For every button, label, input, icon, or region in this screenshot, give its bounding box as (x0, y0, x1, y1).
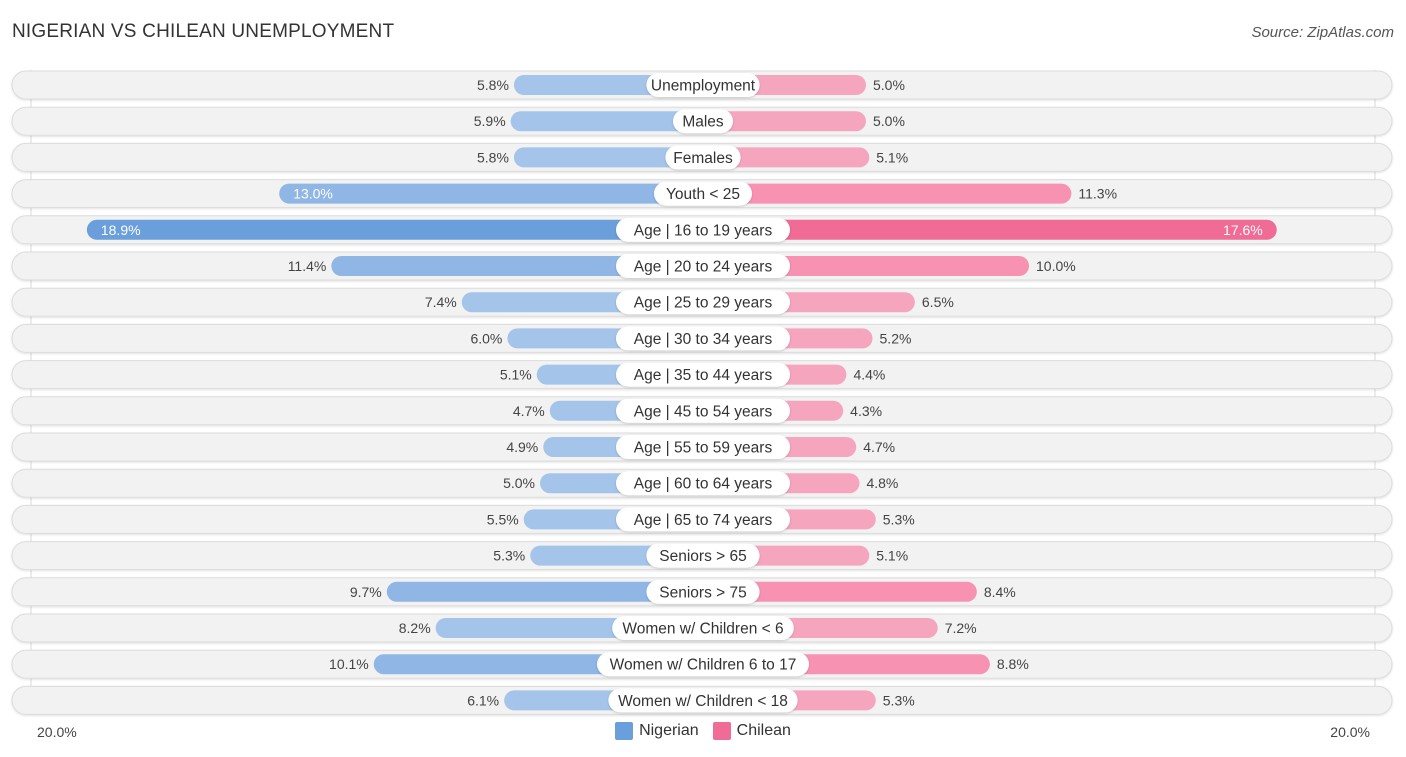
value-label-chilean: 7.2% (945, 620, 977, 636)
chart-row: 18.9% 17.6% Age | 16 to 19 years (11, 215, 1393, 245)
value-label-nigerian: 5.9% (474, 113, 506, 129)
category-label: Age | 65 to 74 years (634, 512, 773, 529)
value-label-chilean: 5.3% (883, 511, 915, 527)
value-label-nigerian: 5.8% (477, 149, 509, 165)
category-label: Age | 20 to 24 years (634, 259, 773, 276)
value-label-nigerian: 4.9% (506, 439, 538, 455)
value-label-nigerian: 6.0% (470, 330, 502, 346)
category-label: Age | 45 to 54 years (634, 403, 773, 420)
chart-row: 13.0% 11.3% Youth < 25 (11, 179, 1393, 209)
chart-row: 5.9% 5.0% Males (11, 106, 1393, 136)
value-label-chilean: 4.7% (863, 439, 895, 455)
value-label-nigerian: 7.4% (425, 294, 457, 310)
chart-row: 5.8% 5.1% Females (11, 142, 1393, 172)
category-label: Women w/ Children < 18 (618, 693, 788, 710)
bar-nigerian (86, 219, 704, 240)
legend-swatch-chilean (712, 722, 731, 740)
chart-row: 5.3% 5.1% Seniors > 65 (11, 541, 1393, 571)
category-label: Age | 30 to 34 years (634, 331, 773, 348)
chart-row: 5.0% 4.8% Age | 60 to 64 years (11, 468, 1393, 498)
value-label-nigerian: 5.8% (477, 77, 509, 93)
legend: Nigerian Chilean (0, 722, 1406, 740)
value-label-chilean: 4.8% (866, 475, 898, 491)
value-label-nigerian: 5.1% (500, 367, 532, 383)
chart-row: 8.2% 7.2% Women w/ Children < 6 (11, 613, 1393, 643)
category-label: Seniors > 65 (659, 548, 746, 565)
chart-row: 9.7% 8.4% Seniors > 75 (11, 577, 1393, 607)
value-label-chilean: 6.5% (922, 294, 954, 310)
chart-row: 4.9% 4.7% Age | 55 to 59 years (11, 432, 1393, 462)
value-label-nigerian: 13.0% (293, 186, 333, 202)
chart-row: 4.7% 4.3% Age | 45 to 54 years (11, 396, 1393, 426)
value-label-nigerian: 18.9% (101, 222, 141, 238)
legend-label-nigerian: Nigerian (639, 722, 699, 739)
value-label-chilean: 4.4% (853, 367, 885, 383)
chart-row: 5.8% 5.0% Unemployment (11, 70, 1393, 100)
value-label-nigerian: 10.1% (329, 656, 369, 672)
chart-row: 5.5% 5.3% Age | 65 to 74 years (11, 504, 1393, 534)
value-label-nigerian: 4.7% (513, 403, 545, 419)
value-label-chilean: 11.3% (1078, 186, 1117, 202)
value-label-chilean: 5.3% (883, 692, 915, 708)
value-label-chilean: 5.0% (873, 77, 905, 93)
category-label: Age | 35 to 44 years (634, 367, 773, 384)
value-label-nigerian: 11.4% (288, 258, 327, 274)
bar-nigerian (279, 183, 703, 204)
value-label-chilean: 10.0% (1036, 258, 1076, 274)
value-label-chilean: 5.1% (876, 149, 908, 165)
value-label-nigerian: 8.2% (399, 620, 431, 636)
chart-row: 6.0% 5.2% Age | 30 to 34 years (11, 323, 1393, 353)
legend-label-chilean: Chilean (736, 722, 791, 739)
category-label: Seniors > 75 (659, 584, 746, 601)
chart-row: 10.1% 8.8% Women w/ Children 6 to 17 (11, 649, 1393, 679)
value-label-nigerian: 5.0% (503, 475, 535, 491)
bar-chilean (703, 183, 1072, 204)
category-label: Youth < 25 (666, 186, 740, 203)
value-label-chilean: 5.1% (876, 548, 908, 564)
value-label-chilean: 5.0% (873, 113, 905, 129)
category-label: Women w/ Children 6 to 17 (610, 657, 797, 674)
category-label: Unemployment (651, 78, 756, 95)
value-label-nigerian: 9.7% (350, 584, 382, 600)
legend-swatch-nigerian (615, 722, 634, 740)
category-label: Females (673, 150, 733, 167)
category-label: Age | 60 to 64 years (634, 476, 773, 493)
value-label-nigerian: 6.1% (467, 692, 499, 708)
category-label: Age | 25 to 29 years (634, 295, 773, 312)
category-label: Women w/ Children < 6 (622, 621, 783, 638)
value-label-chilean: 17.6% (1223, 222, 1263, 238)
category-label: Males (682, 114, 724, 131)
chart-row: 7.4% 6.5% Age | 25 to 29 years (11, 287, 1393, 317)
value-label-chilean: 8.8% (997, 656, 1029, 672)
value-label-chilean: 8.4% (984, 584, 1016, 600)
legend-item-nigerian[interactable]: Nigerian (615, 722, 699, 740)
category-label: Age | 55 to 59 years (634, 440, 773, 457)
value-label-chilean: 4.3% (850, 403, 882, 419)
legend-item-chilean[interactable]: Chilean (712, 722, 791, 740)
chart-row: 11.4% 10.0% Age | 20 to 24 years (11, 251, 1393, 281)
chart-row: 5.1% 4.4% Age | 35 to 44 years (11, 360, 1393, 390)
diverging-bar-chart: 5.8% 5.0% Unemployment 5.9% 5.0% Males 5.8% 5.1… (11, 70, 1393, 715)
value-label-nigerian: 5.3% (493, 548, 525, 564)
category-label: Age | 16 to 19 years (634, 222, 773, 239)
value-label-nigerian: 5.5% (487, 511, 519, 527)
value-label-chilean: 5.2% (880, 330, 912, 346)
chart-row: 6.1% 5.3% Women w/ Children < 18 (11, 685, 1393, 715)
